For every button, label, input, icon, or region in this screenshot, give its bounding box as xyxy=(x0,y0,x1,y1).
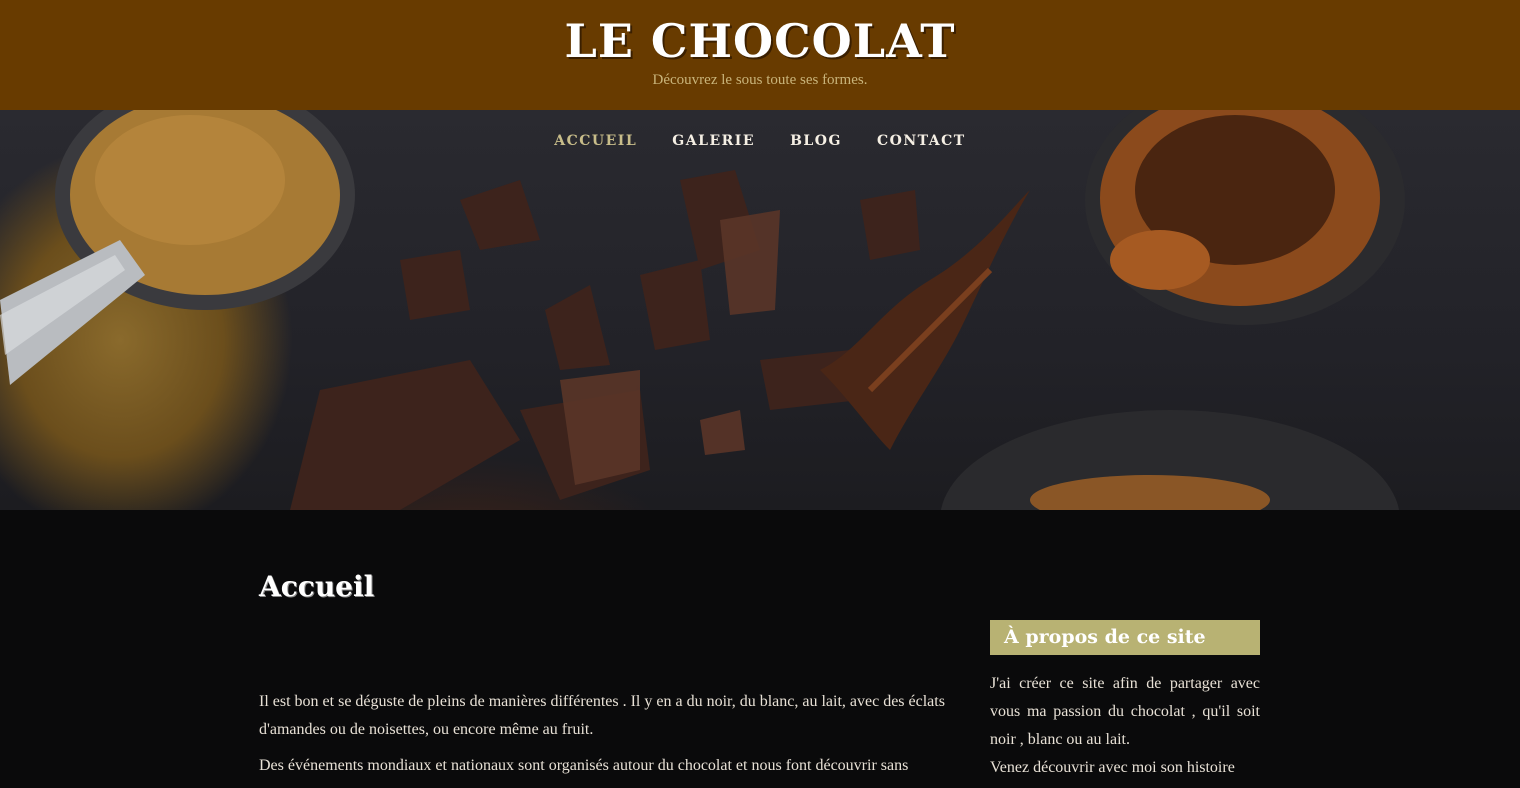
article-paragraph: Des événements mondiaux et nationaux son… xyxy=(259,757,909,774)
site-title[interactable]: LE CHOCOLAT xyxy=(0,14,1520,68)
main-content: Accueil Il est bon et se déguste de plei… xyxy=(0,510,1520,776)
nav-item-accueil[interactable]: ACCUEIL xyxy=(554,133,637,149)
hero-image xyxy=(0,110,1405,510)
nav-item-galerie[interactable]: GALERIE xyxy=(672,133,755,149)
about-paragraph: J'ai créer ce site afin de partager avec… xyxy=(990,675,1260,748)
hero-banner: ACCUEIL GALERIE BLOG CONTACT xyxy=(0,110,1520,510)
nav-item-contact[interactable]: CONTACT xyxy=(877,133,966,149)
about-paragraph: Venez découvrir avec moi son histoire xyxy=(990,759,1235,776)
about-widget-title: À propos de ce site xyxy=(990,620,1260,655)
article-paragraph: Il est bon et se déguste de pleins de ma… xyxy=(259,693,945,738)
about-widget-text: J'ai créer ce site afin de partager avec… xyxy=(990,670,1260,782)
site-tagline: Découvrez le sous toute ses formes. xyxy=(652,72,868,88)
nav-item-blog[interactable]: BLOG xyxy=(790,133,842,149)
site-header: LE CHOCOLAT Découvrez le sous toute ses … xyxy=(0,0,1520,110)
page-title: Accueil xyxy=(259,570,375,603)
main-nav: ACCUEIL GALERIE BLOG CONTACT xyxy=(0,130,1520,149)
article-body: Il est bon et se déguste de pleins de ma… xyxy=(259,688,947,788)
